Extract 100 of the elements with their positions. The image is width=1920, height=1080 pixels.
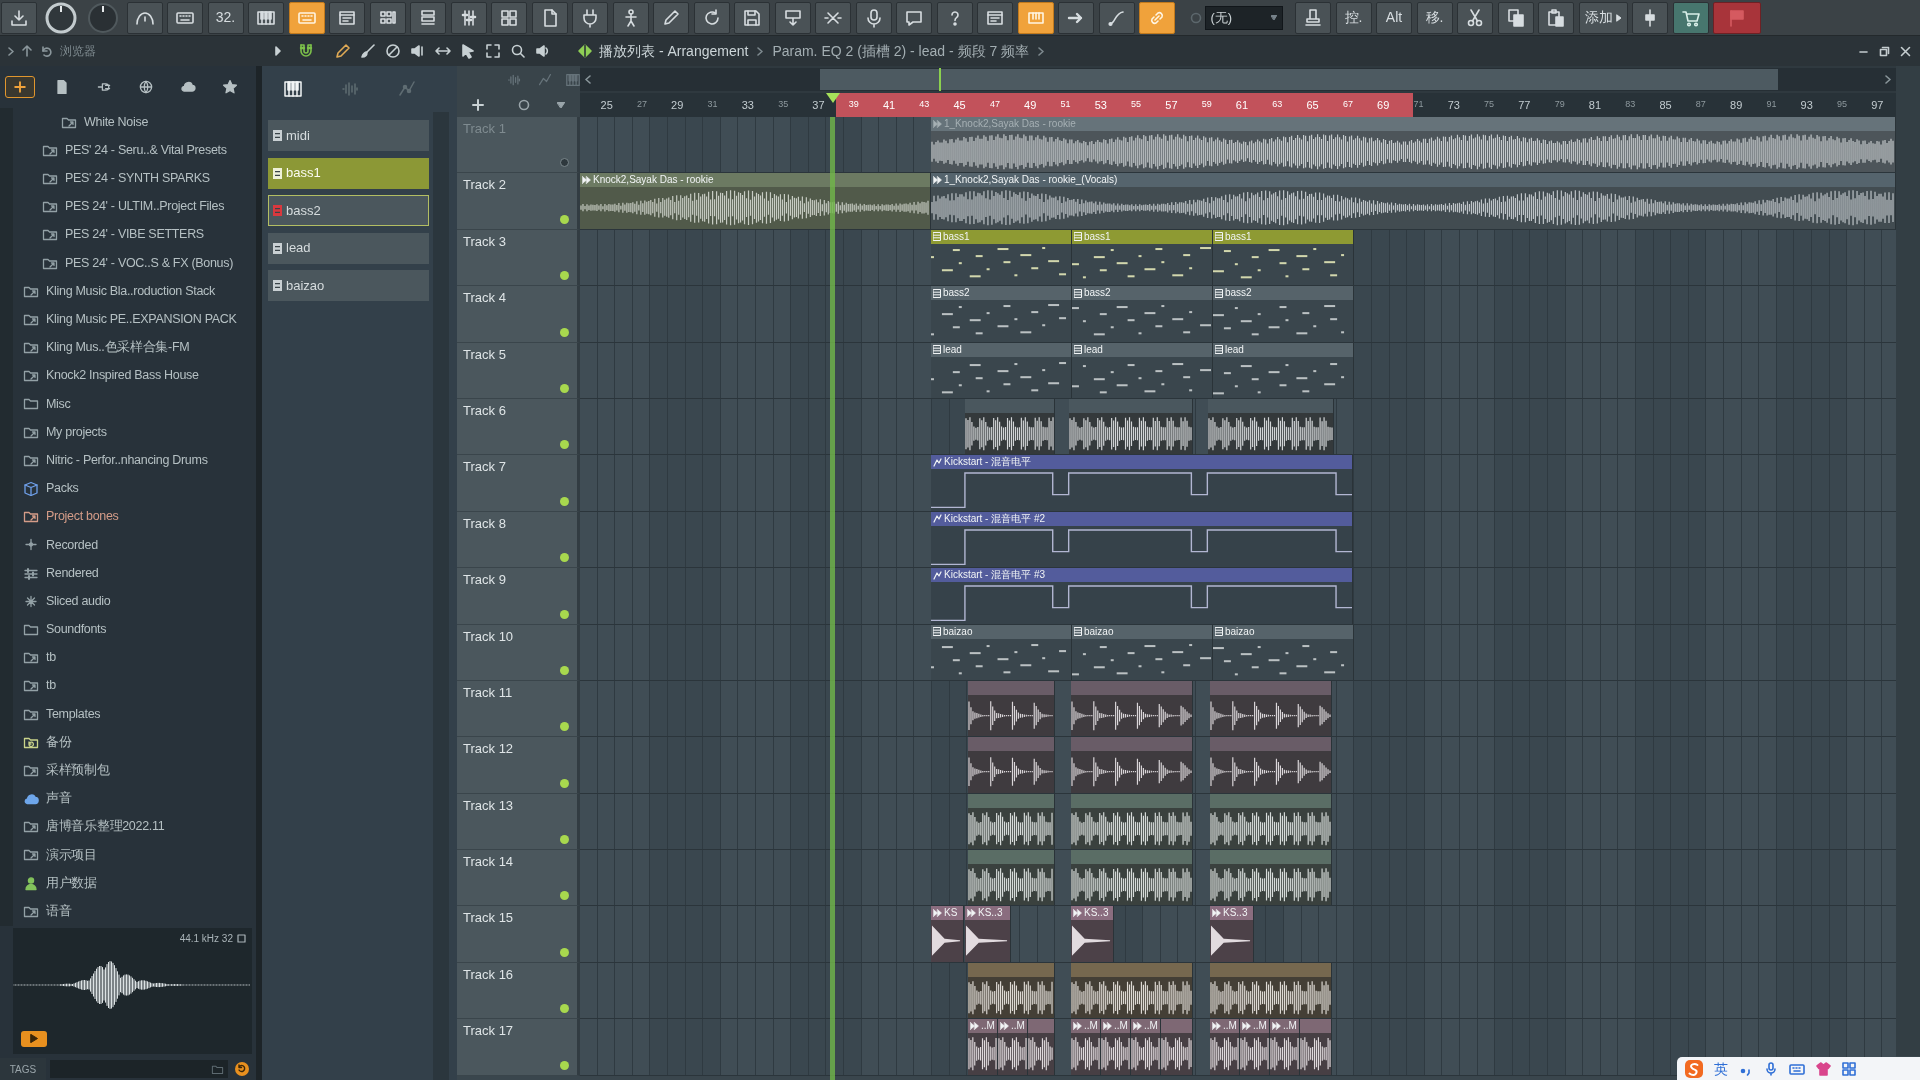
shirt-icon[interactable]: [1816, 1061, 1831, 1076]
mute-led[interactable]: [560, 383, 569, 393]
browser-item[interactable]: Soundfonts: [13, 615, 256, 644]
mute-led[interactable]: [560, 722, 569, 732]
pen-button[interactable]: [653, 1, 689, 34]
track-header[interactable]: Track 2: [457, 173, 580, 230]
browser-item[interactable]: Kling Music PE..EXPANSION PACK: [13, 305, 256, 334]
automation-clip[interactable]: Kickstart - 混音电平: [931, 455, 1353, 511]
restore-icon[interactable]: [1879, 45, 1890, 57]
browser-item[interactable]: tb: [13, 671, 256, 700]
audio-clip[interactable]: [1210, 962, 1332, 1019]
audio-clip[interactable]: ..M: [1270, 1019, 1300, 1075]
window-button[interactable]: [329, 1, 365, 34]
diamond-icon[interactable]: [577, 43, 593, 59]
sliders-button[interactable]: [450, 1, 487, 34]
blocks-button[interactable]: [491, 1, 527, 34]
play-button[interactable]: [21, 1030, 47, 1047]
audio-clip[interactable]: ..M: [1101, 1019, 1131, 1075]
browser-item[interactable]: PES 24' - ULTIM..Project Files: [13, 192, 256, 221]
toolbar-button[interactable]: 控.: [1335, 1, 1372, 34]
track-header[interactable]: Track 13: [457, 793, 580, 851]
scissors-button[interactable]: [1457, 1, 1493, 34]
browser-item[interactable]: tb: [13, 643, 256, 672]
track-header[interactable]: Track 11: [457, 680, 580, 738]
paste-button[interactable]: [1538, 1, 1574, 34]
browser-item[interactable]: PES 24' - VOC..S & FX (Bonus): [13, 248, 256, 278]
chat-button[interactable]: [896, 1, 932, 34]
cart-button[interactable]: [1672, 1, 1709, 34]
plug-button[interactable]: [572, 1, 608, 34]
pattern-item[interactable]: midi: [268, 120, 429, 151]
audio-clip[interactable]: ..M: [1210, 1019, 1240, 1075]
browser-tab[interactable]: [5, 76, 35, 98]
save-button[interactable]: [734, 1, 770, 34]
plus-icon[interactable]: [472, 99, 484, 111]
speaker-icon[interactable]: [410, 43, 426, 59]
audio-clip[interactable]: [1210, 793, 1332, 850]
logo-icon[interactable]: [1685, 1059, 1703, 1078]
bars-button[interactable]: [1017, 1, 1054, 34]
browser-item[interactable]: White Noise: [13, 108, 256, 137]
pattern-clip[interactable]: bass2: [1072, 286, 1213, 342]
browser-item[interactable]: PES 24' - VIBE SETTERS: [13, 220, 256, 249]
pattern-clip[interactable]: lead: [1072, 342, 1213, 398]
browser-item[interactable]: 唐博音乐整理2022.11: [13, 812, 256, 841]
mute-led[interactable]: [560, 835, 569, 845]
curve-button[interactable]: [1098, 1, 1135, 34]
mute-led[interactable]: [560, 271, 569, 281]
magnet-icon[interactable]: [297, 42, 315, 60]
audio-clip[interactable]: [1069, 398, 1193, 455]
audio-clip[interactable]: KS..3: [1210, 906, 1254, 962]
browser-item[interactable]: Rendered: [13, 559, 256, 588]
stamp-button[interactable]: [1295, 1, 1331, 34]
browser-item[interactable]: My projects: [13, 418, 256, 447]
keyboard-button[interactable]: [288, 1, 325, 34]
audio-clip[interactable]: [1208, 398, 1334, 455]
audio-clip[interactable]: Knock2,Sayak Das - rookie: [580, 173, 931, 229]
track-header[interactable]: Track 17: [457, 1019, 580, 1076]
window-button[interactable]: [977, 1, 1013, 34]
track-header[interactable]: Track 6: [457, 398, 580, 456]
timeline-ruler[interactable]: 25 27 29 31 33 35 37 39 41 43 45 47 49 51 53 55 57 59 61 63 65 67 69 71 73 75 77 79 81 83 85 87 89 91 93 95 97: [580, 93, 1896, 117]
browser-item[interactable]: PES' 24 - SYNTH SPARKS: [13, 164, 256, 193]
brush-icon[interactable]: [360, 43, 376, 59]
browser-item[interactable]: 用户数据: [13, 869, 256, 898]
browser-item[interactable]: 采样预制包: [13, 756, 256, 785]
browser-item[interactable]: 备份: [13, 728, 256, 757]
browser-item[interactable]: Recorded: [13, 530, 256, 559]
square-icon[interactable]: [237, 933, 246, 943]
track-header[interactable]: Track 7: [457, 455, 580, 512]
audio-clip[interactable]: [1210, 850, 1332, 906]
mic-button[interactable]: [855, 1, 892, 34]
mute-led[interactable]: [560, 891, 569, 901]
toolbar-button[interactable]: 移.: [1416, 1, 1453, 34]
browser-item[interactable]: Kling Mus..色采样合集-FM: [13, 333, 256, 362]
browser-item[interactable]: Knock2 Inspired Bass House: [13, 361, 256, 390]
keyboard-icon[interactable]: [1789, 1061, 1805, 1076]
pencil-icon[interactable]: [335, 43, 351, 59]
browser-item[interactable]: Nitric - Perfor..nhancing Drums: [13, 446, 256, 475]
audio-clip[interactable]: ..M: [998, 1019, 1028, 1075]
pattern-clip[interactable]: baizao: [1213, 624, 1354, 680]
audio-clip[interactable]: [1210, 737, 1332, 793]
mute-led[interactable]: [560, 158, 569, 168]
fader-button[interactable]: [1632, 1, 1668, 34]
audio-clip[interactable]: [968, 793, 1055, 850]
link-button[interactable]: [1139, 1, 1175, 34]
audio-clip[interactable]: [968, 962, 1055, 1019]
mute-led[interactable]: [560, 947, 569, 957]
audio-clip[interactable]: [1300, 1019, 1332, 1075]
audio-clip[interactable]: [1071, 850, 1193, 906]
no-entry-icon[interactable]: [385, 43, 401, 59]
mic-icon[interactable]: [1764, 1061, 1778, 1076]
toolbar-button[interactable]: Alt: [1376, 1, 1412, 34]
cursor-icon[interactable]: [460, 43, 476, 59]
browser-item[interactable]: 声音: [13, 784, 256, 813]
caret-icon[interactable]: [557, 102, 565, 108]
arrow-button[interactable]: [1058, 1, 1094, 34]
tags-field[interactable]: [50, 1060, 228, 1078]
magnifier-icon[interactable]: [510, 43, 526, 59]
mute-led[interactable]: [560, 1060, 569, 1070]
document-button[interactable]: [531, 1, 568, 34]
audio-clip[interactable]: KS..3: [1071, 906, 1114, 962]
download-button[interactable]: [1, 1, 37, 34]
